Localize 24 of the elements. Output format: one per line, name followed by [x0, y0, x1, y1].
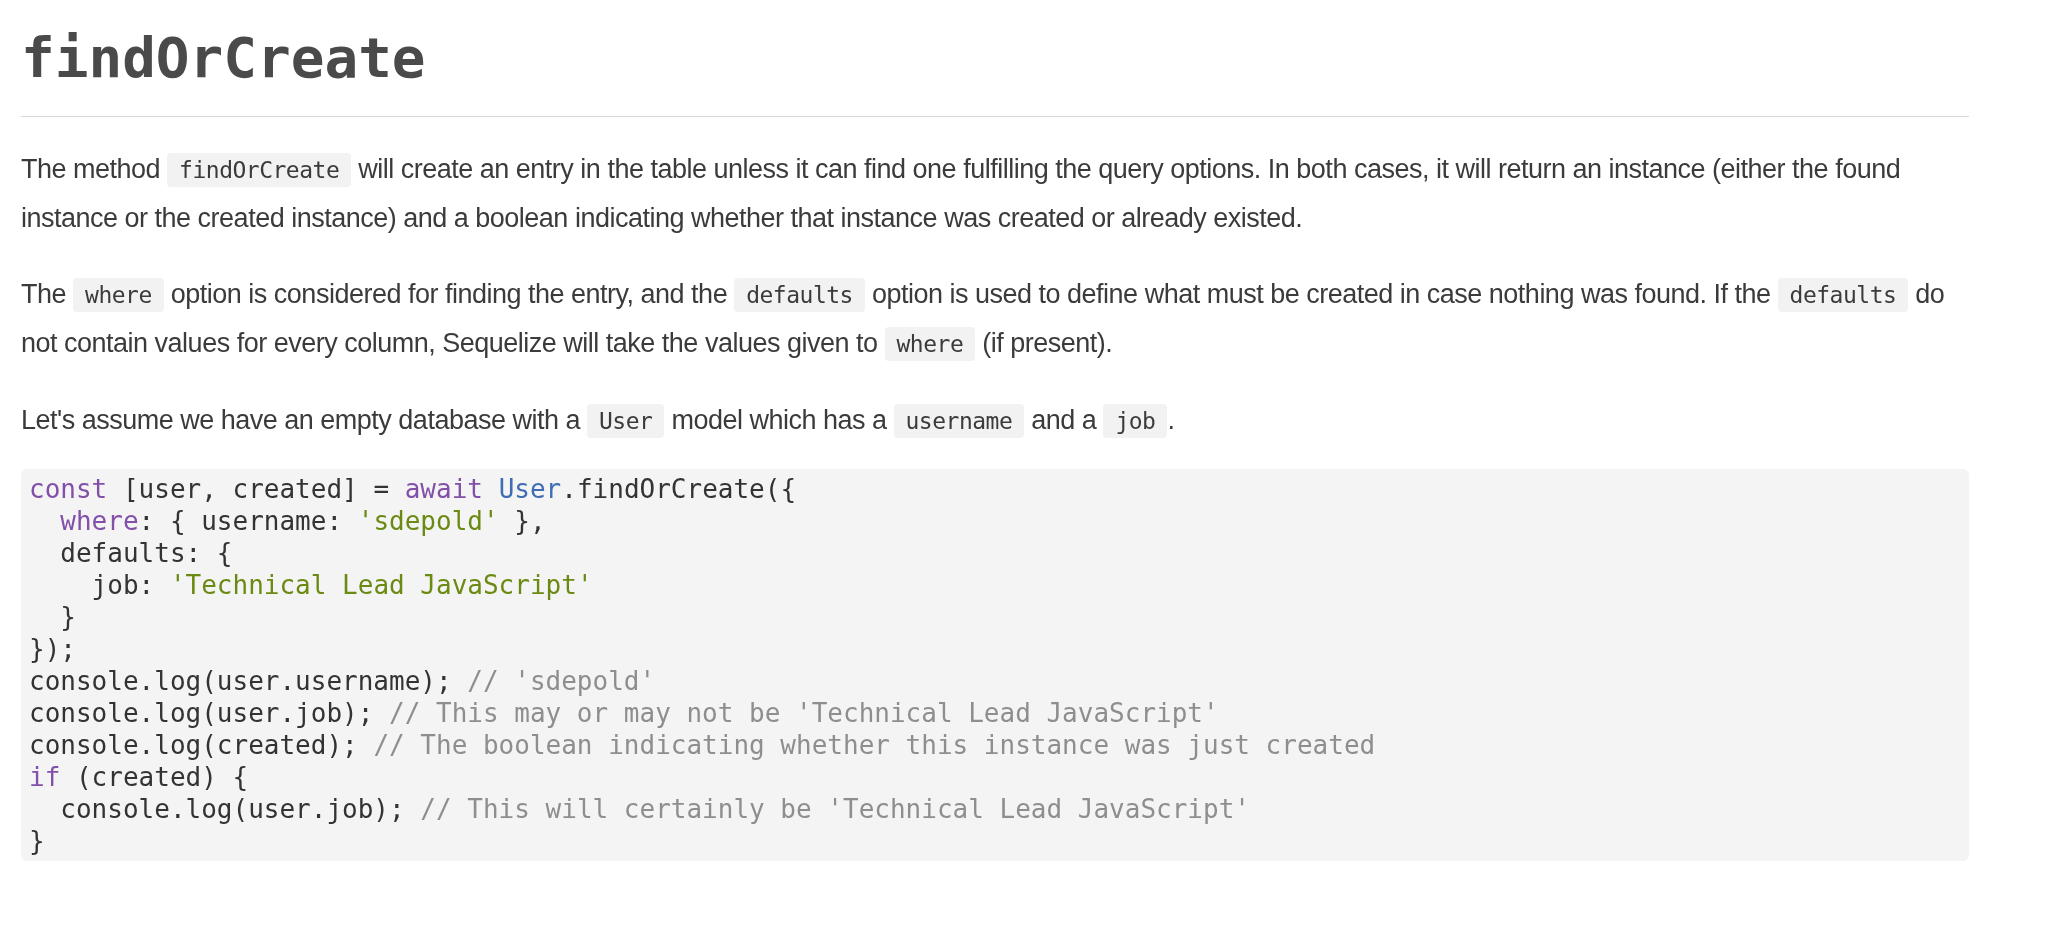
code-line: console.log(created); // The boolean indicating whether this instance was just created [29, 729, 1376, 761]
code-line: const [user, created] = await User.findOrCreate({ [29, 473, 797, 505]
inline-code: job [1103, 404, 1168, 438]
inline-code: User [587, 404, 665, 438]
inline-code: where [884, 327, 976, 361]
inline-code: defaults [734, 278, 865, 312]
paragraph: The where option is considered for finding the entry, and the defaults option is used to define what must be created in case nothing was found. If the defaults do not contain values for every column, Sequelize will take the values given to where (if present). [21, 270, 1969, 368]
paragraph: Let's assume we have an empty database with a User model which has a username and a job . [21, 396, 1969, 445]
page-heading: findOrCreate [21, 26, 1969, 117]
inline-code: findOrCreate [167, 153, 352, 187]
code-line: console.log(user.job); // This will certainly be 'Technical Lead JavaScript' [59, 793, 1250, 825]
inline-code: where [73, 278, 164, 312]
code-line: if (created) { [29, 761, 249, 793]
code-line: defaults: { [59, 537, 233, 569]
code-line: }); [29, 633, 76, 665]
code-line: } [59, 601, 76, 633]
code-line: job: 'Technical Lead JavaScript' [90, 569, 593, 601]
code-line: console.log(user.job); // This may or may not be 'Technical Lead JavaScript' [29, 697, 1219, 729]
inline-code: username [893, 404, 1025, 438]
paragraph: The method findOrCreate will create an entry in the table unless it can find one fulfilling the query options. In both cases, it will return an instance (either the found instance or the created instance) and a boolean indicating whether that instance was created or already existed. [21, 152, 1902, 235]
code-line: } [29, 825, 45, 857]
inline-code: defaults [1777, 278, 1909, 312]
code-line: where: { username: 'sdepold' }, [59, 505, 546, 537]
code-line: console.log(user.username); // 'sdepold' [29, 665, 656, 697]
